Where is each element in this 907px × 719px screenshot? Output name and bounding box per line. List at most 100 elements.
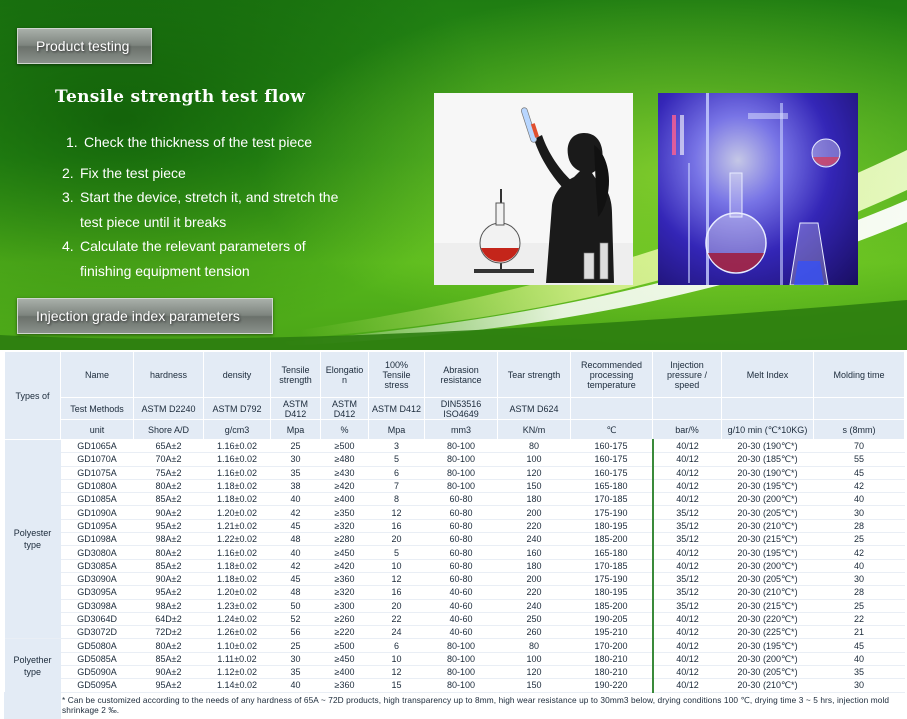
injection-parameters-button[interactable]: Injection grade index parameters	[17, 298, 273, 334]
table-cell: GD5090A	[60, 665, 134, 680]
table-cell: 40-60	[424, 599, 498, 613]
table-cell: ≥360	[320, 572, 369, 587]
table-cell: 25	[813, 532, 905, 547]
table-cell: 25	[813, 599, 905, 613]
table-header-names: Types of Name hardness density Tensile s…	[4, 351, 905, 440]
unit-cell: mm3	[424, 419, 498, 440]
table-row: GD5090A 90A±2 1.12±0.02 35 ≥400 12 80-100 120 18…	[5, 665, 905, 680]
table-row: GD1098A 98A±2 1.22±0.02 48 ≥280 20 60-80 240 185…	[5, 532, 905, 547]
flow-steps-list: 1. Check the thickness of the test piece…	[62, 130, 352, 283]
step-number: 4.	[62, 238, 74, 254]
table-cell: ≥430	[320, 466, 369, 480]
table-cell: 60-80	[424, 532, 498, 547]
table-cell: 40/12	[651, 559, 722, 573]
table-cell: GD1065A	[60, 439, 134, 454]
table-cell: 85A±2	[133, 492, 204, 507]
table-cell: 40/12	[651, 439, 722, 454]
injection-parameters-table: Types of Name hardness density Tensile s…	[4, 351, 905, 693]
table-row: GD3085A 85A±2 1.18±0.02 42 ≥420 10 60-80 180 170…	[5, 559, 905, 573]
table-cell: GD1085A	[60, 492, 134, 507]
lab-glassware-icon	[658, 93, 858, 285]
table-cell: 20-30 (190℃*)	[721, 466, 814, 480]
table-cell: 20-30 (210℃*)	[721, 678, 814, 693]
product-testing-button[interactable]: Product testing	[17, 28, 152, 64]
table-cell: 160-175	[570, 466, 653, 480]
table-cell: 185-200	[570, 532, 653, 547]
step-number: 3.	[62, 189, 74, 205]
table-header-units: unit Shore A/D g/cm3 Mpa % Mpa mm3 KN/m …	[5, 419, 905, 440]
table-cell: 48	[270, 585, 321, 600]
table-cell: 260	[497, 625, 571, 640]
table-cell: 10	[368, 559, 425, 573]
table-cell: 1.14±0.02	[203, 678, 271, 693]
table-cell: 42	[813, 545, 905, 560]
table-cell: ≥320	[320, 585, 369, 600]
table-cell: 35/12	[651, 519, 722, 534]
table-cell: 1.20±0.02	[203, 585, 271, 600]
table-row: GD3080A 80A±2 1.16±0.02 40 ≥450 5 60-80 160 165-…	[5, 545, 905, 560]
method-cell: DIN53516 ISO4649	[424, 397, 498, 420]
table-cell: GD1090A	[60, 505, 134, 520]
table-cell: 20-30 (200℃*)	[721, 652, 814, 667]
table-row: GD1075A 75A±2 1.16±0.02 35 ≥430 6 80-100 120 160…	[5, 466, 905, 480]
table-cell: 30	[813, 678, 905, 693]
col-header: Injection pressure / speed	[652, 351, 722, 398]
table-cell: 60-80	[424, 492, 498, 507]
table-cell: 150	[497, 479, 571, 494]
table-row: GD1095A 95A±2 1.21±0.02 45 ≥320 16 60-80 220 180…	[5, 519, 905, 534]
table-cell: 56	[270, 625, 321, 640]
table-cell: 50	[270, 599, 321, 613]
table-cell: 5	[368, 545, 425, 560]
table-cell: 35	[270, 466, 321, 480]
table-cell: 180	[497, 559, 571, 573]
table-cell: 1.18±0.02	[203, 559, 271, 573]
method-cell: ASTM D2240	[133, 397, 204, 420]
table-row: Polyester type GD1065A 65A±2 1.16±0.02 25 ≥50…	[4, 439, 905, 640]
table-cell: 12	[368, 665, 425, 680]
method-cell: ASTM D624	[497, 397, 571, 420]
unit-cell: %	[320, 419, 369, 440]
table-cell: 80-100	[424, 665, 498, 680]
col-header: hardness	[133, 351, 204, 398]
unit-cell: g/cm3	[203, 419, 271, 440]
scientist-silhouette-icon	[434, 93, 633, 285]
table-cell: 40-60	[424, 612, 498, 627]
table-cell: 75A±2	[133, 466, 204, 480]
table-cell: ≥420	[320, 559, 369, 573]
table-cell: 40/12	[651, 545, 722, 560]
table-cell: 190-220	[570, 678, 653, 693]
table-cell: GD3095A	[60, 585, 134, 600]
table-cell: 40/12	[651, 625, 722, 640]
table-cell: 1.16±0.02	[203, 452, 271, 467]
table-cell: 35/12	[651, 505, 722, 520]
table-cell: ≥320	[320, 519, 369, 534]
table-cell: 42	[270, 505, 321, 520]
table-cell: 40/12	[651, 665, 722, 680]
unit-cell: Mpa	[368, 419, 425, 440]
table-cell: 40	[270, 678, 321, 693]
unit-cell: KN/m	[497, 419, 571, 440]
table-cell: ≥400	[320, 665, 369, 680]
table-cell: GD3072D	[60, 625, 134, 640]
table-cell: GD3080A	[60, 545, 134, 560]
table-row: GD3072D 72D±2 1.26±0.02 56 ≥220 24 40-60 260 195…	[5, 625, 905, 640]
method-cell: Test Methods	[60, 397, 134, 420]
table-cell: 1.16±0.02	[203, 439, 271, 454]
method-cell	[652, 397, 722, 420]
col-header: Molding time	[813, 351, 905, 398]
table-cell: 80A±2	[133, 545, 204, 560]
table-cell: 12	[368, 505, 425, 520]
table-row: GD3090A 90A±2 1.18±0.02 45 ≥360 12 60-80 200 175…	[5, 572, 905, 587]
table-cell: 190-205	[570, 612, 653, 627]
table-cell: 90A±2	[133, 505, 204, 520]
unit-cell: unit	[60, 419, 134, 440]
table-cell: 22	[368, 612, 425, 627]
table-cell: 20-30 (195℃*)	[721, 638, 814, 653]
table-cell: 40/12	[651, 466, 722, 480]
table-cell: ≥480	[320, 452, 369, 467]
table-cell: 180	[497, 492, 571, 507]
table-cell: 170-185	[570, 492, 653, 507]
table-cell: 25	[270, 439, 321, 454]
table-header-methods: Test Methods ASTM D2240 ASTM D792 ASTM D…	[5, 397, 905, 420]
table-cell: 25	[270, 638, 321, 653]
